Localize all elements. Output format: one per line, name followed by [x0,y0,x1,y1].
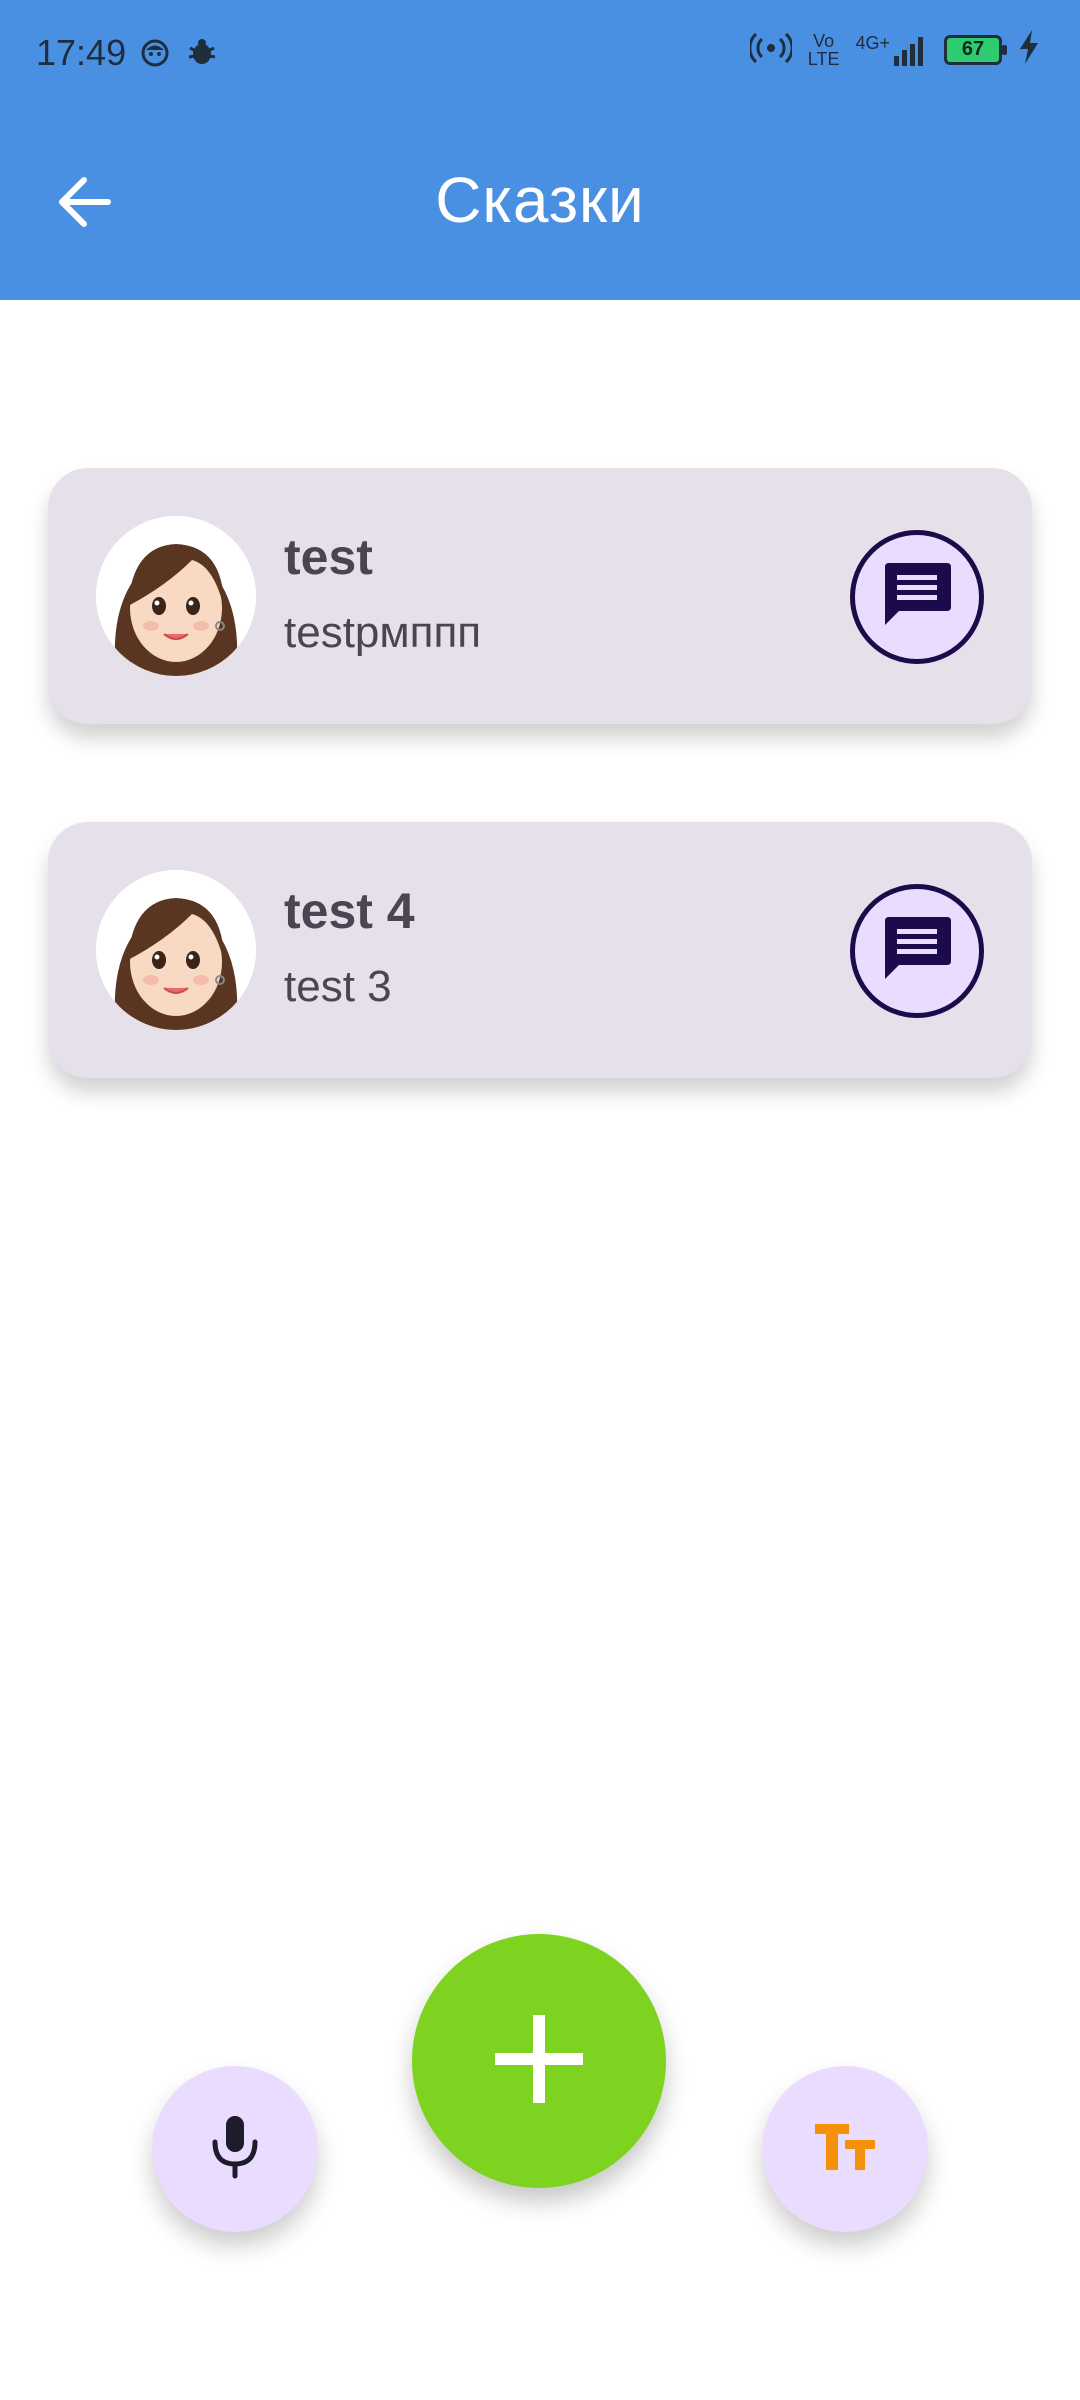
add-story-button[interactable] [412,1934,666,2188]
chat-button[interactable] [850,530,984,664]
plus-icon [491,2011,587,2112]
status-time: 17:49 [36,32,127,73]
mic-button[interactable] [152,2066,318,2232]
chat-icon [879,911,955,992]
story-subtitle: test 3 [284,962,392,1011]
chat-icon [879,557,955,638]
top-app-bar: 17:49 Vo LTE 4G+ 67 Сказки [0,0,1080,300]
bug-icon [186,38,218,73]
avatar [96,516,256,676]
battery-level: 67 [961,38,985,60]
charging-icon [1018,30,1040,69]
status-bar: 17:49 Vo LTE 4G+ 67 [0,0,1080,110]
mic-icon [205,2112,265,2187]
volte-bottom: LTE [807,48,840,69]
story-card[interactable]: test 4 test 3 [48,822,1032,1078]
signal-icon: 4G+ [855,34,928,66]
story-title: test 4 [284,883,415,939]
battery-icon: 67 [944,34,1007,65]
status-right-icons: Vo LTE 4G+ 67 [748,30,1040,69]
status-left-icons [140,38,218,73]
hotspot-icon [748,30,794,69]
story-subtitle: testрмппп [284,608,482,657]
page-title: Сказки [435,164,645,236]
volte-icon: Vo LTE [808,32,840,68]
network-type: 4G+ [855,32,890,53]
text-size-icon [813,2122,877,2177]
story-card[interactable]: test testрмппп [48,468,1032,724]
story-title: test [284,529,373,585]
volte-top: Vo [813,30,835,51]
avatar [96,870,256,1030]
face-icon [140,38,170,73]
chat-button[interactable] [850,884,984,1018]
text-size-button[interactable] [762,2066,928,2232]
